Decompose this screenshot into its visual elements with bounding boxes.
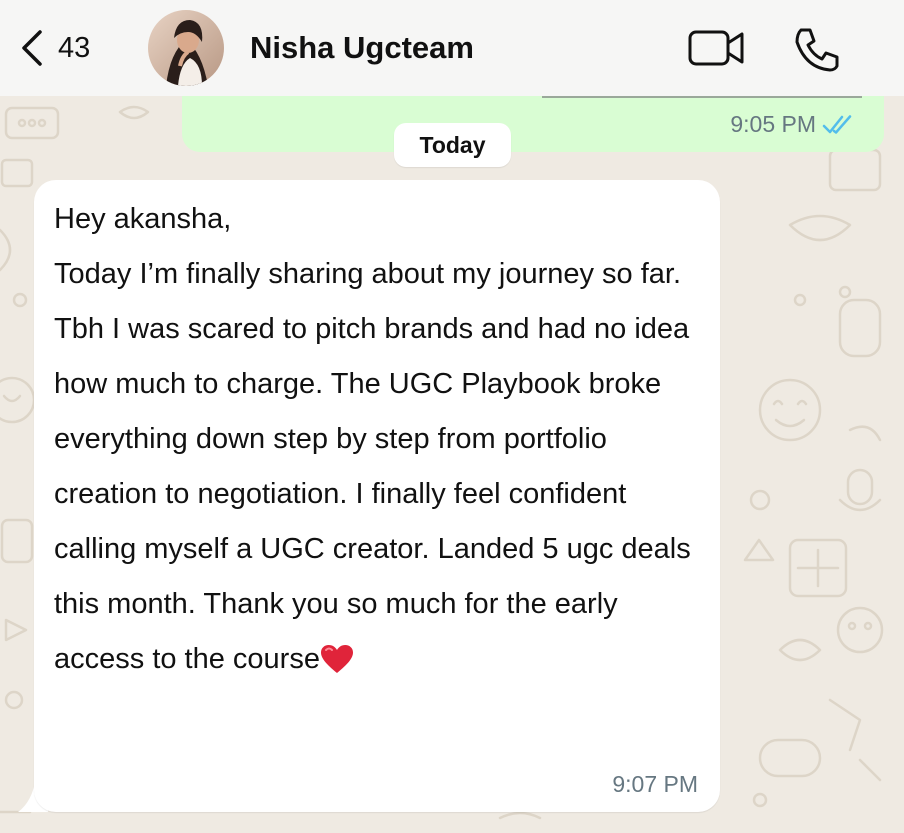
message-meta: 9:05 PM — [730, 111, 854, 138]
date-separator: Today — [394, 123, 511, 167]
message-text: Hey akansha, Today I’m finally sharing a… — [54, 203, 691, 675]
message-time: 9:05 PM — [730, 111, 816, 137]
chat-header: 43 Nisha Ugcteam — [0, 0, 904, 96]
outgoing-message-bubble[interactable]: 9:05 PM — [182, 96, 884, 152]
double-check-icon — [822, 114, 852, 134]
incoming-message-bubble[interactable]: Hey akansha, Today I’m finally sharing a… — [34, 180, 720, 812]
voice-call-button[interactable] — [793, 26, 841, 77]
chevron-left-icon — [22, 30, 42, 66]
video-camera-icon — [688, 30, 744, 66]
phone-icon — [795, 28, 839, 72]
unread-count: 43 — [58, 31, 91, 64]
red-heart-icon — [320, 645, 353, 673]
video-call-button[interactable] — [688, 28, 746, 73]
contact-name[interactable]: Nisha Ugcteam — [250, 30, 474, 66]
bubble-divider — [542, 96, 862, 98]
avatar[interactable] — [148, 10, 224, 86]
message-time: 9:07 PM — [612, 771, 698, 797]
back-button[interactable]: 43 — [20, 26, 90, 70]
message-body: Hey akansha, Today I’m finally sharing a… — [54, 192, 704, 687]
